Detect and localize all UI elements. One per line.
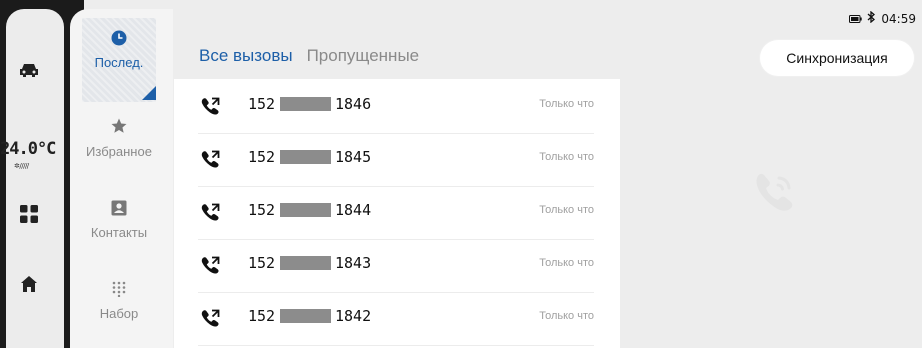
dialpad-icon [111, 281, 127, 301]
redacted-number-mask [280, 150, 331, 164]
phone-ringing-icon [749, 166, 801, 223]
call-time: Только что [539, 98, 594, 110]
redacted-number-mask [280, 256, 331, 270]
active-corner-marker [142, 86, 156, 100]
call-row[interactable]: 152 1846 Только что [198, 80, 594, 134]
call-row[interactable]: 152 1844 Только что [198, 186, 594, 240]
redacted-number-mask [280, 97, 331, 111]
category-favorites-label: Избранное [86, 144, 152, 159]
call-tabs: Все вызовы Пропущенные [199, 46, 419, 66]
star-icon [110, 118, 128, 139]
phone-number-prefix: 152 [248, 95, 276, 113]
bluetooth-icon [867, 10, 876, 26]
temperature-readout[interactable]: 24.0°C [0, 139, 66, 159]
call-time: Только что [539, 204, 594, 216]
category-contacts-label: Контакты [90, 225, 148, 240]
redacted-number-mask [280, 203, 331, 217]
phone-number-prefix: 152 [248, 254, 276, 272]
sync-button[interactable]: Синхронизация [760, 40, 914, 76]
vehicle-rail [6, 9, 64, 348]
category-recent-label: Послед. [94, 55, 144, 70]
category-favorites[interactable]: Избранное [82, 117, 156, 159]
battery-icon [849, 12, 863, 26]
phone-number-suffix: 1846 [335, 95, 372, 113]
tab-all-calls[interactable]: Все вызовы [199, 46, 293, 66]
home-icon[interactable] [0, 275, 58, 293]
car-icon[interactable] [0, 62, 58, 78]
status-bar: 04:59 [849, 10, 916, 26]
call-row[interactable]: 152 1843 Только что [198, 239, 594, 293]
phone-number-suffix: 1843 [335, 254, 372, 272]
outgoing-call-icon [200, 150, 220, 173]
phone-number-suffix: 1844 [335, 201, 372, 219]
tab-missed[interactable]: Пропущенные [307, 46, 420, 66]
clock-time: 04:59 [881, 11, 916, 26]
phone-number-prefix: 152 [248, 307, 276, 325]
outgoing-call-icon [200, 309, 220, 332]
category-dialpad-label: Набор [99, 306, 139, 321]
recent-clock-icon [111, 30, 127, 50]
call-time: Только что [539, 257, 594, 269]
phone-number-prefix: 152 [248, 201, 276, 219]
contact-card-icon [111, 200, 127, 220]
category-dialpad[interactable]: Набор [82, 281, 156, 321]
phone-number-suffix: 1845 [335, 148, 372, 166]
category-recent[interactable]: Послед. [82, 30, 156, 70]
phone-number-prefix: 152 [248, 148, 276, 166]
call-time: Только что [539, 151, 594, 163]
outgoing-call-icon [200, 97, 220, 120]
call-row[interactable]: 152 1842 Только что [198, 292, 594, 346]
call-row[interactable]: 152 1845 Только что [198, 133, 594, 187]
redacted-number-mask [280, 309, 331, 323]
call-time: Только что [539, 310, 594, 322]
outgoing-call-icon [200, 256, 220, 279]
outgoing-call-icon [200, 203, 220, 226]
phone-number-suffix: 1842 [335, 307, 372, 325]
fan-level-indicator: ✲///// [14, 162, 29, 170]
apps-icon[interactable] [0, 205, 58, 223]
category-contacts[interactable]: Контакты [82, 200, 156, 240]
